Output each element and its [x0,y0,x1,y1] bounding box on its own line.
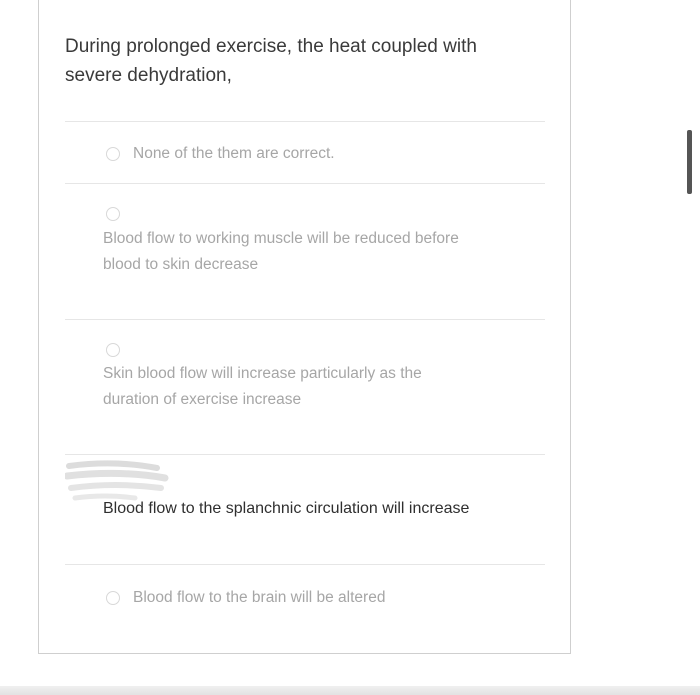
option-3-radio[interactable] [106,343,120,357]
divider [65,121,545,122]
option-4-label[interactable]: Blood flow to the splanchnic circulation… [103,496,543,522]
option-2-label[interactable]: Blood flow to working muscle will be red… [103,226,473,278]
question-text: During prolonged exercise, the heat coup… [65,36,477,86]
option-2-radio[interactable] [106,207,120,221]
option-3-label[interactable]: Skin blood flow will increase particular… [103,361,478,413]
option-5-label[interactable]: Blood flow to the brain will be altered [133,585,513,611]
option-1-label[interactable]: None of the them are correct. [133,141,513,167]
divider [65,319,545,320]
question-card: During prolonged exercise, the heat coup… [38,0,571,654]
divider [65,564,545,565]
divider [65,183,545,184]
option-1-radio[interactable] [106,147,120,161]
scrollbar-thumb[interactable] [687,130,692,194]
divider [65,454,545,455]
option-5-radio[interactable] [106,591,120,605]
bottom-shadow-bar [0,686,700,695]
